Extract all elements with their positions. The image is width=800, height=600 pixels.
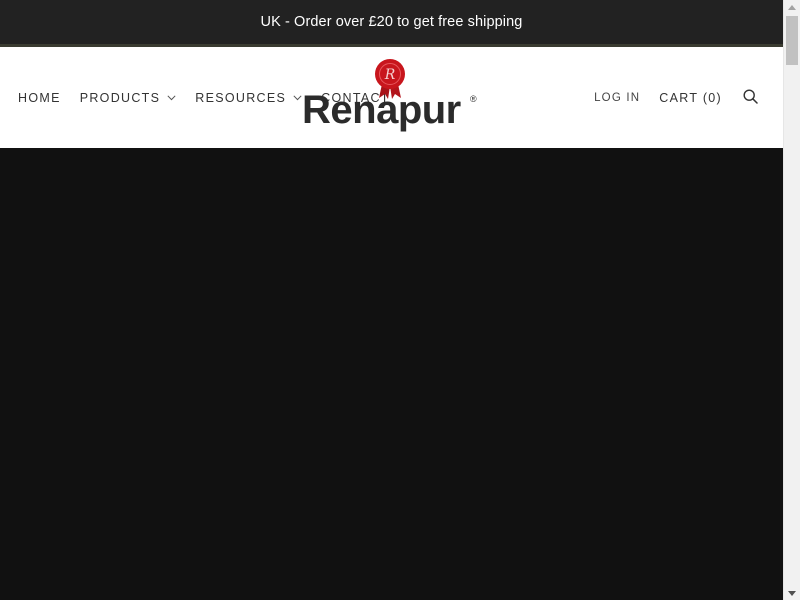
cart-link[interactable]: CART (0) (659, 91, 722, 105)
nav-item-label: PRODUCTS (79, 90, 161, 105)
login-link[interactable]: LOG IN (594, 92, 640, 104)
hero-section (0, 148, 783, 600)
announcement-text: UK - Order over £20 to get free shipping (260, 14, 523, 30)
scroll-down-arrow-icon[interactable] (784, 586, 800, 600)
nav-item-home[interactable]: HOME (18, 91, 61, 105)
page-scrollbar[interactable] (783, 0, 800, 600)
svg-text:R: R (384, 67, 396, 83)
page: UK - Order over £20 to get free shipping… (0, 0, 800, 600)
registered-mark: ® (470, 94, 477, 104)
nav-item-products[interactable]: PRODUCTS (80, 91, 177, 105)
search-icon[interactable] (742, 89, 758, 105)
logo-wordmark: Renapur (302, 88, 461, 132)
nav-item-label: RESOURCES (195, 90, 287, 105)
announcement-bar: UK - Order over £20 to get free shipping (0, 0, 783, 44)
chevron-down-icon (293, 94, 302, 101)
nav-item-resources[interactable]: RESOURCES (195, 91, 302, 105)
viewport: UK - Order over £20 to get free shipping… (0, 0, 783, 600)
site-header: HOME PRODUCTS RESOURCES CONTACT R Renapu… (0, 47, 783, 148)
site-logo[interactable]: R Renapur ® (302, 58, 484, 138)
scrollbar-thumb[interactable] (786, 16, 798, 65)
scroll-up-arrow-icon[interactable] (784, 0, 800, 14)
chevron-down-icon (167, 94, 176, 101)
nav-item-label: HOME (18, 90, 61, 105)
header-actions: LOG IN CART (0) (594, 47, 758, 148)
